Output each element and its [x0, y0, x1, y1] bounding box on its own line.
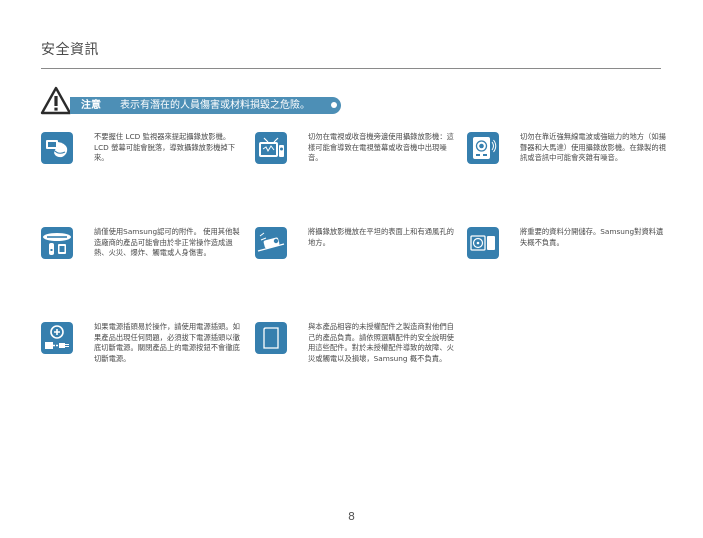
samsung-accessories-icon: [41, 227, 73, 259]
item-text: 切勿在靠近強無線電波或強磁力的地方（如揚聲器和大馬達）使用攝錄放影機。在錄製的視…: [520, 132, 666, 163]
flat-surface-camera-icon: [255, 227, 287, 259]
hand-holding-camera-icon: [41, 132, 73, 164]
warning-triangle-icon: [40, 86, 72, 116]
tv-interference-icon: [255, 132, 287, 164]
memory-card-icon: [255, 322, 287, 354]
page-title: 安全資訊: [41, 42, 99, 58]
item-text: 請僅使用Samsung認可的附件。 使用其他製造廠商的產品可能會由於非正常操作造…: [94, 227, 240, 258]
item-text: 將重要的資料分開儲存。Samsung對資料遺失概不負責。: [520, 227, 664, 247]
item-text: 不要握住 LCD 監視器來提起攝錄放影機。LCD 螢幕可能會脫落，導致攝錄放影機…: [94, 132, 236, 163]
backup-disc-icon: [467, 227, 499, 259]
warning-banner: 注意 表示有潛在的人員傷害或材料損毀之危險。: [70, 97, 341, 114]
warning-message: 表示有潛在的人員傷害或材料損毀之危險。: [120, 100, 310, 111]
magnetic-interference-icon: [467, 132, 499, 164]
item-text: 如果電源插頭易於操作，請使用電源插頭。如果產品出現任何問題，必須拔下電源插頭以徹…: [94, 322, 240, 363]
item-text: 切勿在電視或收音機旁邊使用攝錄放影機：這樣可能會導致在電視螢幕或收音機中出現噪音…: [308, 132, 454, 163]
item-text: 與本產品相容的未授權配件之製造商對他們自己的產品負責。請依照選購配件的安全說明使…: [308, 322, 454, 363]
item-text: 將攝錄放影機放在平坦的表面上和有通風孔的地方。: [308, 227, 454, 247]
page-number: 8: [348, 510, 355, 523]
warning-label: 注意: [81, 100, 101, 111]
banner-dot: [331, 102, 337, 108]
power-plug-icon: [41, 322, 73, 354]
title-divider: [41, 68, 661, 69]
